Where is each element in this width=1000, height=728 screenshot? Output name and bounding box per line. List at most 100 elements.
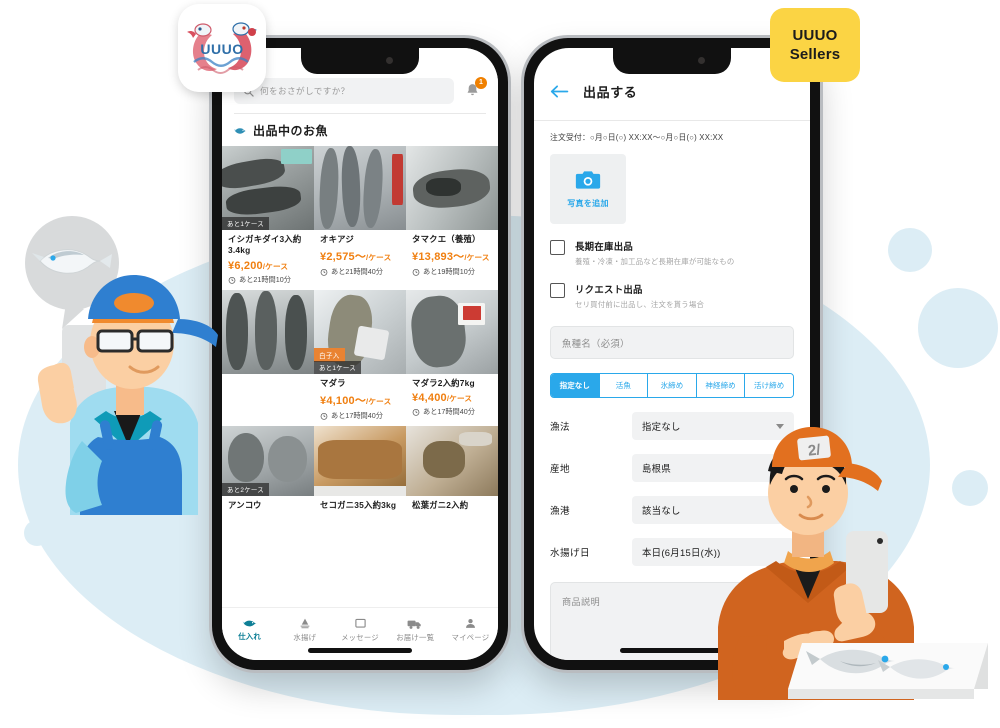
product-countdown: あと17時間40分 (412, 407, 492, 417)
checkbox-box[interactable] (550, 240, 565, 255)
buyer-screen: 何をおさがしですか？ 1 出品中のお魚 あと1ケース イシガキダイ3入約3.4k… (222, 48, 498, 660)
product-name: イシガキダイ3入約3.4kg (228, 234, 302, 256)
page-title: 出品する (583, 85, 638, 100)
product-info: オキアジ ¥2,575〜/ケース あと21時間40分 (314, 230, 406, 282)
tab-label: マイページ (451, 633, 490, 642)
product-card[interactable]: 白子入 あと1ケース マダラ ¥4,100〜/ケース あと17時間40分 (314, 289, 406, 427)
product-card[interactable]: タマクエ（養殖） ¥13,893〜/ケース あと19時間10分 (406, 146, 498, 290)
countdown-text: あと21時間10分 (239, 274, 291, 284)
product-info: セコガニ35入約3kg (314, 496, 406, 516)
product-name: 松葉ガニ2入約 (412, 500, 469, 511)
segment-option[interactable]: 指定なし (551, 374, 600, 397)
countdown-text: あと17時間40分 (423, 407, 475, 417)
notification-badge: 1 (475, 77, 487, 89)
checkbox-long-term-stock[interactable]: 長期在庫出品 養殖・冷凍・加工品など長期在庫が可能なもの (550, 239, 794, 267)
product-card[interactable]: マダラ2入約7kg ¥4,400/ケース あと17時間40分 (406, 289, 498, 427)
price-unit: /ケース (366, 253, 392, 263)
product-info: タマクエ（養殖） ¥13,893〜/ケース あと19時間10分 (406, 230, 498, 282)
product-image (314, 146, 406, 230)
price-value: ¥4,100〜 (320, 395, 367, 408)
tab-label: 仕入れ (238, 632, 261, 641)
tab-landing[interactable]: 水揚げ (277, 617, 332, 643)
product-price: ¥6,200/ケース (228, 260, 308, 272)
tab-messages[interactable]: メッセージ (332, 617, 387, 643)
product-name: マダラ2入約7kg (412, 377, 475, 388)
truck-icon (407, 620, 421, 629)
countdown-text: あと19時間10分 (423, 267, 475, 277)
field-label: 漁港 (550, 506, 570, 517)
product-price: ¥4,100〜/ケース (320, 392, 400, 408)
front-camera-icon (698, 57, 705, 64)
tab-label: メッセージ (341, 633, 379, 642)
phone-buyer: 何をおさがしですか？ 1 出品中のお魚 あと1ケース イシガキダイ3入約3.4k… (212, 38, 508, 670)
add-photo-button[interactable]: 写真を追加 (550, 154, 626, 224)
tab-mypage[interactable]: マイページ (443, 617, 498, 643)
product-countdown: あと21時間10分 (228, 275, 308, 285)
segment-option[interactable]: 活け締め (745, 374, 793, 397)
search-input[interactable]: 何をおさがしですか？ (234, 78, 454, 104)
product-countdown: あと21時間40分 (320, 267, 400, 277)
illustration-seller-character: 2/ (680, 415, 990, 700)
order-window-note: 注文受付：○月○日(○) XX:XX〜○月○日(○) XX:XX (550, 133, 724, 142)
section-title: 出品中のお魚 (253, 124, 329, 138)
product-price: ¥4,400/ケース (412, 392, 492, 404)
background-dot-large (918, 288, 998, 368)
price-value: ¥4,400 (412, 392, 447, 405)
product-name: マダラ (320, 377, 346, 388)
product-image: 白子入 あと1ケース (314, 289, 406, 374)
product-countdown: あと19時間10分 (412, 267, 492, 277)
product-image (406, 289, 498, 374)
app-logo-badge: UUUO (178, 4, 266, 92)
product-grid-row-2: 白子入 あと1ケース マダラ ¥4,100〜/ケース あと17時間40分 マダラ… (222, 289, 498, 427)
product-grid-row-3: あと2ケース アンコウ セコガニ35入約3kg 松葉ガニ2入約 (222, 426, 498, 517)
fish-icon (242, 620, 257, 627)
field-label: 産地 (550, 464, 570, 475)
uuuo-koi-logo-icon: UUUO (178, 4, 266, 92)
seller-character-svg: 2/ (718, 427, 988, 700)
description-placeholder: 商品説明 (562, 597, 600, 607)
price-unit: /ケース (464, 253, 490, 263)
tab-label: お届け一覧 (396, 632, 435, 642)
checkbox-text: 長期在庫出品 養殖・冷凍・加工品など長期在庫が可能なもの (575, 239, 734, 267)
species-placeholder: 魚種名（必須） (562, 337, 630, 349)
segment-option[interactable]: 氷締め (648, 374, 697, 397)
checkbox-box[interactable] (550, 283, 565, 298)
countdown-text: あと17時間40分 (331, 411, 383, 421)
crab-photo (406, 426, 498, 496)
buyer-character-svg (25, 216, 218, 515)
crab-photo (314, 426, 406, 497)
product-info: マダラ2入約7kg ¥4,400/ケース あと17時間40分 (406, 374, 498, 422)
species-name-input[interactable]: 魚種名（必須） (550, 326, 794, 359)
product-card[interactable]: セコガニ35入約3kg (314, 426, 406, 517)
product-name: オキアジ (320, 234, 354, 244)
tab-purchase[interactable]: 仕入れ (222, 618, 277, 642)
clock-icon (320, 413, 328, 420)
segment-option[interactable]: 神経締め (696, 374, 746, 397)
search-placeholder: 何をおさがしですか？ (260, 86, 350, 96)
checkbox-request-listing[interactable]: リクエスト出品 セリ買付前に出品し、注文を貰う場合 (550, 282, 794, 310)
tab-deliveries[interactable]: お届け一覧 (388, 618, 443, 643)
price-unit: /ケース (262, 261, 289, 271)
back-arrow-icon[interactable] (550, 84, 569, 99)
clock-icon (412, 269, 420, 277)
product-image (406, 146, 498, 230)
price-value: ¥13,893〜 (412, 251, 465, 264)
notification-button[interactable]: 1 (462, 77, 487, 103)
product-image (406, 426, 498, 497)
front-camera-icon (386, 57, 393, 64)
product-countdown: あと17時間40分 (320, 411, 400, 421)
segment-option[interactable]: 活魚 (599, 374, 649, 397)
product-price: ¥2,575〜/ケース (320, 248, 400, 264)
product-card[interactable]: 松葉ガニ2入約 (406, 426, 498, 517)
countdown-text: あと21時間40分 (331, 267, 383, 277)
product-image (314, 426, 406, 497)
scene: 何をおさがしですか？ 1 出品中のお魚 あと1ケース イシガキダイ3入約3.4k… (0, 0, 1000, 728)
fish-photo (406, 146, 498, 230)
boat-icon (300, 618, 310, 629)
fish-icon (234, 127, 246, 134)
select-value: 指定なし (642, 421, 681, 432)
field-label: 漁法 (550, 422, 570, 433)
product-info: 松葉ガニ2入約 (406, 496, 498, 516)
svg-text:UUUO: UUUO (200, 41, 243, 57)
product-card[interactable]: オキアジ ¥2,575〜/ケース あと21時間40分 (314, 146, 406, 290)
